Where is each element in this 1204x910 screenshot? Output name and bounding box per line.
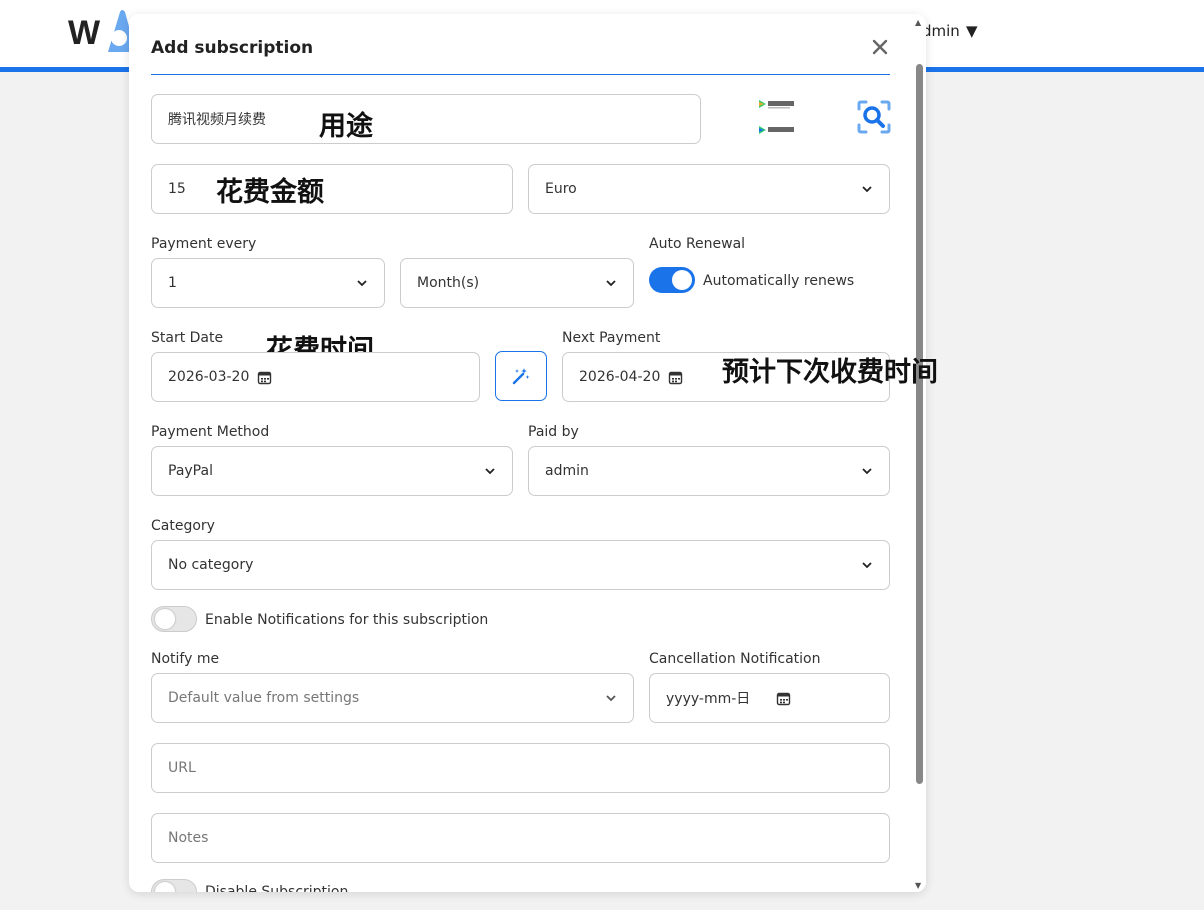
cycle-value: 1 [168,275,177,291]
notify-me-select[interactable]: Default value from settings [151,673,634,723]
paid-by-value: admin [545,463,589,479]
chevron-down-icon [357,280,367,287]
chevron-down-icon [485,468,495,475]
frequency-value: Month(s) [417,275,480,291]
search-logo-icon[interactable] [857,100,891,134]
auto-renewal-label: Auto Renewal [649,236,746,252]
logo-mark-icon [108,10,136,52]
cancellation-label: Cancellation Notification [649,651,821,667]
paid-by-select[interactable]: admin [528,446,890,496]
toggle-knob [155,609,175,629]
currency-value: Euro [545,181,577,197]
url-input[interactable]: URL [151,743,890,793]
notifications-toggle[interactable] [151,606,197,632]
next-payment-label: Next Payment [562,330,661,346]
start-date-value: 2026-03-20 [168,369,250,385]
auto-renew-text: Automatically renews [703,273,855,289]
notifications-text: Enable Notifications for this subscripti… [205,612,489,628]
chevron-down-icon [606,280,616,287]
close-icon[interactable] [869,36,891,58]
category-select[interactable]: No category [151,540,890,590]
user-menu-label[interactable]: dmin [922,22,960,40]
payment-method-label: Payment Method [151,424,270,440]
chevron-down-icon [862,468,872,475]
category-value: No category [168,557,254,573]
amount-input[interactable]: 15 [151,164,513,214]
subscription-name-value: 腾讯视频月续费 [168,112,266,128]
start-date-input[interactable]: 2026-03-20 [151,352,480,402]
magic-wand-icon [512,368,530,385]
paid-by-label: Paid by [528,424,579,440]
title-divider [151,74,890,75]
scrollbar-thumb[interactable] [916,64,923,784]
cycle-select[interactable]: 1 [151,258,385,308]
calendar-icon[interactable] [776,691,791,706]
payment-method-value: PayPal [168,463,213,479]
annotation-amount: 花费金额 [216,177,324,208]
tencent-video-logo-icon[interactable] [757,98,801,138]
notify-me-value: Default value from settings [168,690,360,706]
currency-select[interactable]: Euro [528,164,890,214]
toggle-knob [672,270,692,290]
disable-subscription-text: Disable Subscription [205,884,349,892]
annotation-purpose: 用途 [319,111,373,142]
payment-every-label: Payment every [151,236,257,252]
chevron-down-icon [862,562,872,569]
user-menu-caret-icon[interactable]: ▼ [966,22,978,40]
disable-subscription-toggle[interactable] [151,879,197,892]
toggle-knob [155,882,175,892]
cancellation-date-input[interactable]: yyyy-mm-日 [649,673,890,723]
notes-placeholder: Notes [168,830,209,846]
subscription-name-input[interactable]: 腾讯视频月续费 [151,94,701,144]
next-payment-value: 2026-04-20 [579,369,661,385]
notify-me-label: Notify me [151,651,220,667]
frequency-select[interactable]: Month(s) [400,258,634,308]
auto-renew-toggle[interactable] [649,267,695,293]
url-placeholder: URL [168,760,196,776]
calendar-icon[interactable] [668,370,683,385]
modal-title: Add subscription [151,38,314,58]
start-date-label: Start Date [151,330,224,346]
calendar-icon[interactable] [257,370,272,385]
scroll-up-icon[interactable]: ▲ [915,18,921,27]
cancellation-date-placeholder: yyyy-mm-日 [666,691,751,707]
category-label: Category [151,518,215,534]
annotation-next-charge: 预计下次收费时间 [722,357,938,388]
chevron-down-icon [606,695,616,702]
app-logo[interactable]: W [68,8,138,54]
scroll-down-icon[interactable]: ▼ [915,881,921,890]
auto-calc-next-payment-button[interactable] [495,351,547,401]
add-subscription-modal: Add subscription 腾讯视频月续费 用途 15 花费金额 Euro… [129,14,926,892]
chevron-down-icon [862,186,872,193]
notes-input[interactable]: Notes [151,813,890,863]
payment-method-select[interactable]: PayPal [151,446,513,496]
